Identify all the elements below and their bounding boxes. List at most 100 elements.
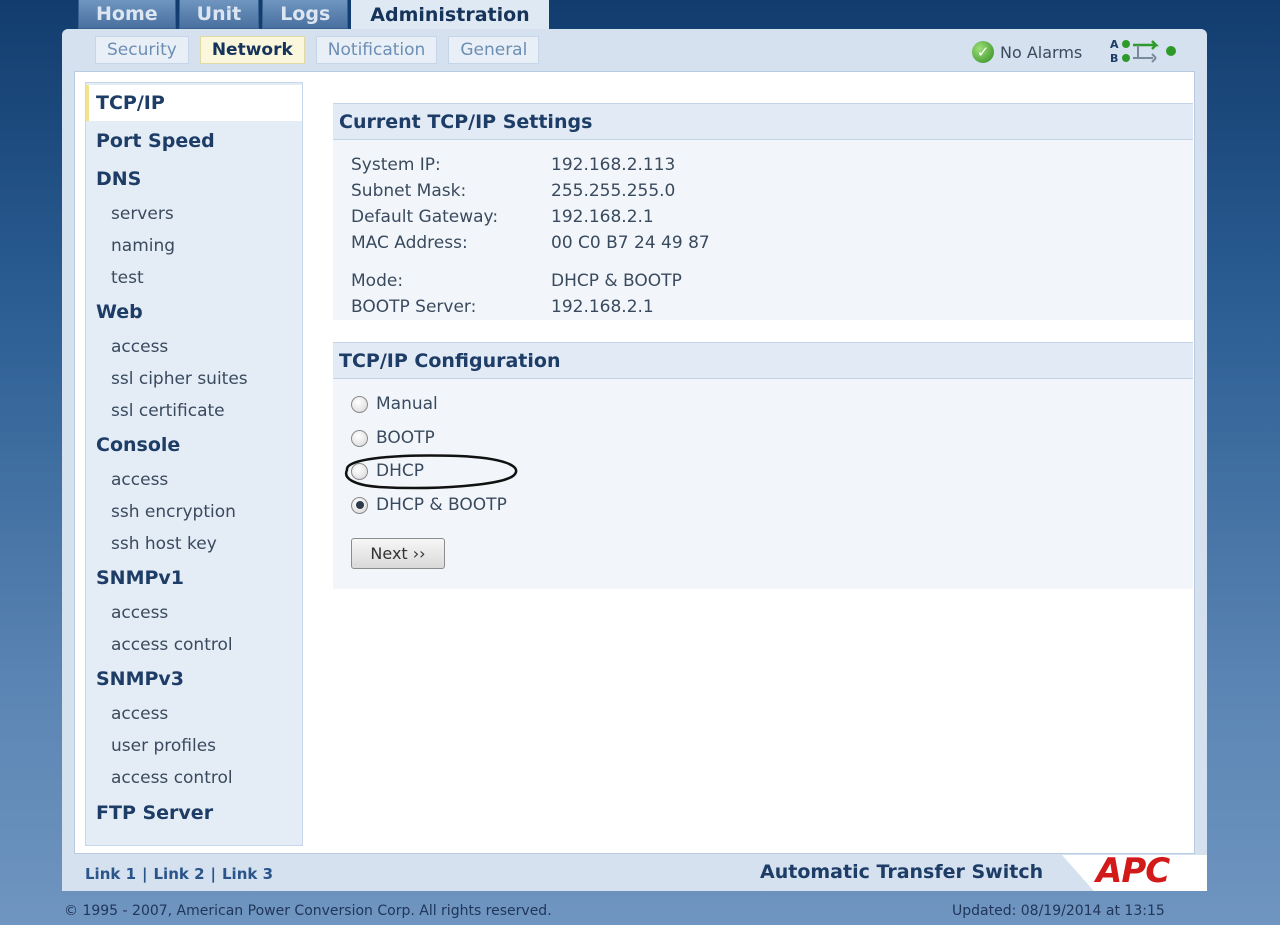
sidebar-item-web-ssl-certificate[interactable]: ssl certificate (86, 401, 302, 421)
configuration-title: TCP/IP Configuration (333, 342, 1193, 379)
setting-value: 255.255.255.0 (551, 181, 676, 201)
current-settings-panel: Current TCP/IP Settings System IP: 192.1… (333, 103, 1193, 320)
radio-label: DHCP (376, 461, 424, 481)
setting-label: BOOTP Server: (351, 297, 477, 317)
sidebar-item-console-ssh-host-key[interactable]: ssh host key (86, 534, 302, 554)
svg-text:B: B (1110, 52, 1118, 65)
sidebar-item-snmpv1-access-control[interactable]: access control (86, 635, 302, 655)
sidebar-nav: TCP/IP Port Speed DNS servers naming tes… (85, 82, 303, 846)
setting-value: 192.168.2.1 (551, 207, 654, 227)
mode-option-dhcp-bootp[interactable]: DHCP & BOOTP (351, 495, 507, 515)
mode-option-manual[interactable]: Manual (351, 394, 438, 414)
sidebar-item-label: ssl cipher suites (111, 369, 248, 389)
footer-link-2[interactable]: Link 2 (154, 865, 205, 883)
sidebar-item-ftp-server[interactable]: FTP Server (86, 802, 302, 824)
next-button[interactable]: Next ›› (351, 538, 445, 569)
sidebar-item-label: Console (96, 434, 181, 456)
setting-value: 192.168.2.113 (551, 155, 676, 175)
sidebar-item-web-access[interactable]: access (86, 337, 302, 357)
radio-bootp[interactable] (351, 429, 368, 447)
mode-option-bootp[interactable]: BOOTP (351, 428, 435, 448)
sidebar-item-port-speed[interactable]: Port Speed (86, 130, 302, 152)
sidebar-item-label: access (111, 337, 169, 357)
sidebar-item-snmpv1-access[interactable]: access (86, 603, 302, 623)
subtab-network[interactable]: Network (199, 36, 305, 64)
sidebar-item-console-access[interactable]: access (86, 470, 302, 490)
setting-value: 00 C0 B7 24 49 87 (551, 233, 710, 253)
sidebar-item-tcpip[interactable]: TCP/IP (86, 85, 302, 121)
radio-label: BOOTP (376, 428, 435, 448)
sidebar-item-label: Port Speed (96, 130, 215, 152)
radio-label: DHCP & BOOTP (376, 495, 507, 515)
current-settings-title: Current TCP/IP Settings (333, 103, 1193, 140)
product-name: Automatic Transfer Switch (760, 861, 1044, 883)
radio-dhcp-bootp[interactable] (351, 496, 368, 514)
sidebar-item-web-ssl-cipher-suites[interactable]: ssl cipher suites (86, 369, 302, 389)
sidebar-item-console-ssh-encryption[interactable]: ssh encryption (86, 502, 302, 522)
tab-administration[interactable]: Administration (351, 0, 549, 30)
sidebar-item-snmpv3-user-profiles[interactable]: user profiles (86, 736, 302, 756)
sidebar-item-label: SNMPv3 (96, 668, 185, 690)
sidebar-item-dns[interactable]: DNS (86, 168, 302, 190)
setting-label: Mode: (351, 271, 404, 291)
tab-unit[interactable]: Unit (178, 0, 260, 29)
sidebar-item-label: access (111, 603, 169, 623)
footer-links: Link 1 | Link 2 | Link 3 (85, 865, 273, 883)
setting-label: Default Gateway: (351, 207, 499, 227)
sidebar-item-dns-naming[interactable]: naming (86, 236, 302, 256)
sidebar-item-label: access control (111, 768, 233, 788)
check-circle-icon: ✓ (972, 41, 994, 63)
top-tab-bar: Home Unit Logs Administration (78, 0, 549, 30)
tab-home[interactable]: Home (78, 0, 176, 29)
ab-source-icon: A B (1110, 38, 1176, 65)
subtab-general[interactable]: General (448, 36, 540, 64)
updated-timestamp: Updated: 08/19/2014 at 13:15 (952, 903, 1165, 919)
sidebar-item-snmpv3-access[interactable]: access (86, 704, 302, 724)
sidebar-item-label: ssh encryption (111, 502, 236, 522)
sidebar-item-label: SNMPv1 (96, 567, 185, 589)
sidebar-item-snmpv3[interactable]: SNMPv3 (86, 668, 302, 690)
svg-text:A: A (1110, 38, 1119, 51)
sidebar-item-console[interactable]: Console (86, 434, 302, 456)
footer-link-3[interactable]: Link 3 (222, 865, 273, 883)
copyright-text: © 1995 - 2007, American Power Conversion… (64, 903, 552, 919)
radio-dhcp[interactable] (351, 462, 368, 480)
setting-label: Subnet Mask: (351, 181, 467, 201)
sidebar-item-label: access (111, 704, 169, 724)
alarm-status-text: No Alarms (1000, 42, 1083, 62)
sidebar-item-snmpv1[interactable]: SNMPv1 (86, 567, 302, 589)
sidebar-item-label: user profiles (111, 736, 217, 756)
sidebar-item-label: naming (111, 236, 176, 256)
alarm-status[interactable]: ✓ No Alarms (972, 41, 1082, 63)
sidebar-item-label: DNS (96, 168, 142, 190)
sidebar-item-label: TCP/IP (96, 92, 165, 114)
radio-label: Manual (376, 394, 438, 414)
apc-logo: APC (1096, 851, 1170, 891)
sidebar-item-label: Web (96, 301, 143, 323)
setting-value: DHCP & BOOTP (551, 271, 682, 291)
link-separator: | (142, 865, 148, 883)
tab-logs[interactable]: Logs (262, 0, 349, 29)
setting-label: System IP: (351, 155, 441, 175)
sidebar-item-snmpv3-access-control[interactable]: access control (86, 768, 302, 788)
footer-link-1[interactable]: Link 1 (85, 865, 136, 883)
content-area: TCP/IP Port Speed DNS servers naming tes… (74, 71, 1195, 854)
sidebar-item-label: servers (111, 204, 174, 224)
radio-manual[interactable] (351, 395, 368, 413)
configuration-panel: TCP/IP Configuration Manual BOOTP DHCP D… (333, 342, 1193, 589)
subtab-security[interactable]: Security (95, 36, 189, 64)
sidebar-item-label: test (111, 268, 144, 288)
sidebar-item-web[interactable]: Web (86, 301, 302, 323)
setting-value: 192.168.2.1 (551, 297, 654, 317)
sidebar-item-dns-servers[interactable]: servers (86, 204, 302, 224)
main-frame: Security Network Notification General ✓ … (62, 29, 1207, 891)
mode-option-dhcp[interactable]: DHCP (351, 461, 424, 481)
sidebar-item-dns-test[interactable]: test (86, 268, 302, 288)
sidebar-item-label: access (111, 470, 169, 490)
sub-tab-bar: Security Network Notification General ✓ … (62, 29, 1207, 71)
subtab-notification[interactable]: Notification (315, 36, 438, 64)
link-separator: | (210, 865, 216, 883)
sidebar-item-label: ssh host key (111, 534, 217, 554)
sidebar-item-label: ssl certificate (111, 401, 225, 421)
sidebar-item-label: FTP Server (96, 802, 214, 824)
